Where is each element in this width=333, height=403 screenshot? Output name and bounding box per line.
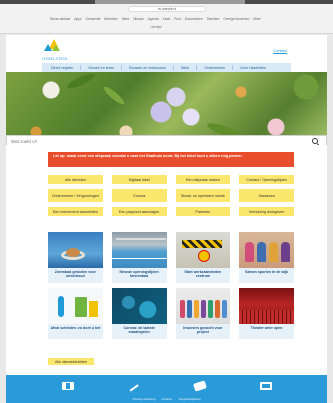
main-nav: Direct regelen Wonen en leven Bouwen en ve…	[42, 63, 291, 72]
news-title[interactable]: Nieuwe openingstijden binnenbad	[111, 268, 167, 283]
news-card[interactable]: Zwembad gesloten voor onderhoud	[48, 232, 103, 283]
nav-divider	[232, 65, 234, 70]
news-title[interactable]: Start werkzaamheden centrum	[175, 268, 231, 283]
news-grid: Zwembad gesloten voor onderhoud Nieuwe op…	[48, 232, 294, 339]
logo-icon[interactable]	[42, 39, 64, 59]
quick-link-button[interactable]: Ondernemen / Vergunningen	[48, 189, 103, 202]
quick-link-button[interactable]: Digitaal loket	[111, 175, 167, 184]
news-image	[175, 288, 231, 324]
alert-banner: Let op: maak eerst een afspraak voordat …	[48, 152, 294, 167]
bookmark-item[interactable]: Post	[174, 16, 180, 22]
web-page: IJSSELSTEIN Contact Direct regelen Wonen …	[6, 35, 327, 403]
news-card[interactable]: Samen sporten in de wijk	[239, 232, 294, 283]
news-image	[239, 232, 294, 268]
footer-link[interactable]: Privacyverklaring	[133, 397, 156, 401]
logo-text: IJSSELSTEIN	[42, 57, 68, 61]
news-image	[48, 288, 103, 324]
quick-link-button[interactable]: Straat- en openbare ruimte	[175, 189, 231, 202]
facebook-icon[interactable]	[62, 382, 74, 390]
news-title[interactable]: Inwoners gezocht voor project	[175, 324, 231, 339]
quick-link-button[interactable]: Verhuizing doorgeven	[239, 207, 294, 216]
all-news-button[interactable]: Alle nieuwsberichten	[48, 358, 94, 365]
brush-icon[interactable]	[128, 382, 140, 390]
bookmark-item[interactable]: Overige favorieten	[223, 16, 249, 22]
quick-link-button[interactable]: Contact / Openingstijden	[239, 175, 294, 184]
bookmark-item[interactable]: Nieuws	[133, 16, 143, 22]
bookmark-item[interactable]: Nieuw tabblad	[50, 16, 70, 22]
news-image	[111, 288, 167, 324]
footer-link[interactable]: Toegankelijkheid	[178, 397, 200, 401]
news-title[interactable]: Samen sporten in de wijk	[239, 268, 294, 283]
quick-link-button[interactable]: Vacatures	[239, 189, 294, 202]
news-card[interactable]: Nieuwe openingstijden binnenbad	[111, 232, 167, 283]
quick-link-button[interactable]: Een afspraak maken	[175, 175, 231, 184]
quick-links-grid: Alle diensten Digitaal loket Een afspraak …	[48, 175, 294, 216]
nav-divider	[121, 65, 123, 70]
nav-item[interactable]: Direct regelen	[48, 65, 76, 71]
nav-item[interactable]: Werk	[178, 65, 192, 71]
news-title[interactable]: Zwembad gesloten voor onderhoud	[48, 268, 103, 283]
news-image	[48, 232, 103, 268]
news-card[interactable]: Inwoners gezocht voor project	[175, 288, 231, 339]
nav-item[interactable]: Bouwen en verbouwen	[126, 65, 169, 71]
footer-link[interactable]: Cookies	[161, 397, 172, 401]
tv-icon[interactable]	[260, 382, 272, 390]
nav-divider	[196, 65, 198, 70]
site-header: IJSSELSTEIN Contact	[6, 35, 327, 63]
bookmark-item[interactable]: Meer	[253, 16, 260, 22]
bookmark-item[interactable]: Diensten	[207, 16, 220, 22]
nav-divider	[172, 65, 174, 70]
search-input[interactable]	[7, 136, 311, 145]
bookmark-item[interactable]: Berichten	[104, 16, 117, 22]
footer-icons	[62, 380, 272, 392]
bookmark-item[interactable]: Werk	[122, 16, 129, 22]
reading-list-link[interactable]: Leeslijst	[150, 25, 162, 29]
bookmark-item[interactable]: Documenten	[185, 16, 203, 22]
quick-link-button[interactable]: Parkeren	[175, 207, 231, 216]
bookmarks-bar: Nieuw tabblad Apps Gemeente Berichten Werk Ni…	[50, 16, 290, 22]
nav-item[interactable]: Ondernemen	[201, 65, 228, 71]
news-title[interactable]: Afval scheiden: zo doet u het	[48, 324, 103, 339]
quick-link-button[interactable]: Een paspoort aanvragen	[111, 207, 167, 216]
hero-image	[6, 72, 327, 145]
browser-chrome: m-utrecht.nl Nieuw tabblad Apps Gemeente Be…	[0, 4, 333, 34]
contact-link[interactable]: Contact	[273, 48, 287, 53]
address-bar[interactable]: m-utrecht.nl	[128, 6, 206, 12]
news-title[interactable]: Corona: de laatste maatregelen	[111, 324, 167, 339]
nav-divider	[80, 65, 82, 70]
footer-links: Privacyverklaring Cookies Toegankelijkheid	[6, 397, 327, 401]
news-title[interactable]: Theater weer open	[239, 324, 294, 339]
bookmark-item[interactable]: Apps	[74, 16, 81, 22]
news-image	[175, 232, 231, 268]
news-image	[239, 288, 294, 324]
news-card[interactable]: Afval scheiden: zo doet u het	[48, 288, 103, 339]
quick-link-button[interactable]: Een evenement aanmelden	[48, 207, 103, 216]
card-icon[interactable]	[193, 380, 207, 392]
news-image	[111, 232, 167, 268]
bookmark-item[interactable]: Kaart	[163, 16, 171, 22]
quick-link-button[interactable]: Alle diensten	[48, 175, 103, 184]
search-icon[interactable]	[311, 137, 321, 145]
search-box	[6, 135, 327, 145]
nav-item[interactable]: Wonen en leven	[85, 65, 117, 71]
news-card[interactable]: Start werkzaamheden centrum	[175, 232, 231, 283]
footer: Privacyverklaring Cookies Toegankelijkheid	[6, 375, 327, 403]
nav-item[interactable]: Over IJsselstein	[237, 65, 269, 71]
bookmark-item[interactable]: Gemeente	[85, 16, 100, 22]
quick-link-button[interactable]: Corona	[111, 189, 167, 202]
news-card[interactable]: Corona: de laatste maatregelen	[111, 288, 167, 339]
news-card[interactable]: Theater weer open	[239, 288, 294, 339]
bookmark-item[interactable]: Agenda	[148, 16, 159, 22]
